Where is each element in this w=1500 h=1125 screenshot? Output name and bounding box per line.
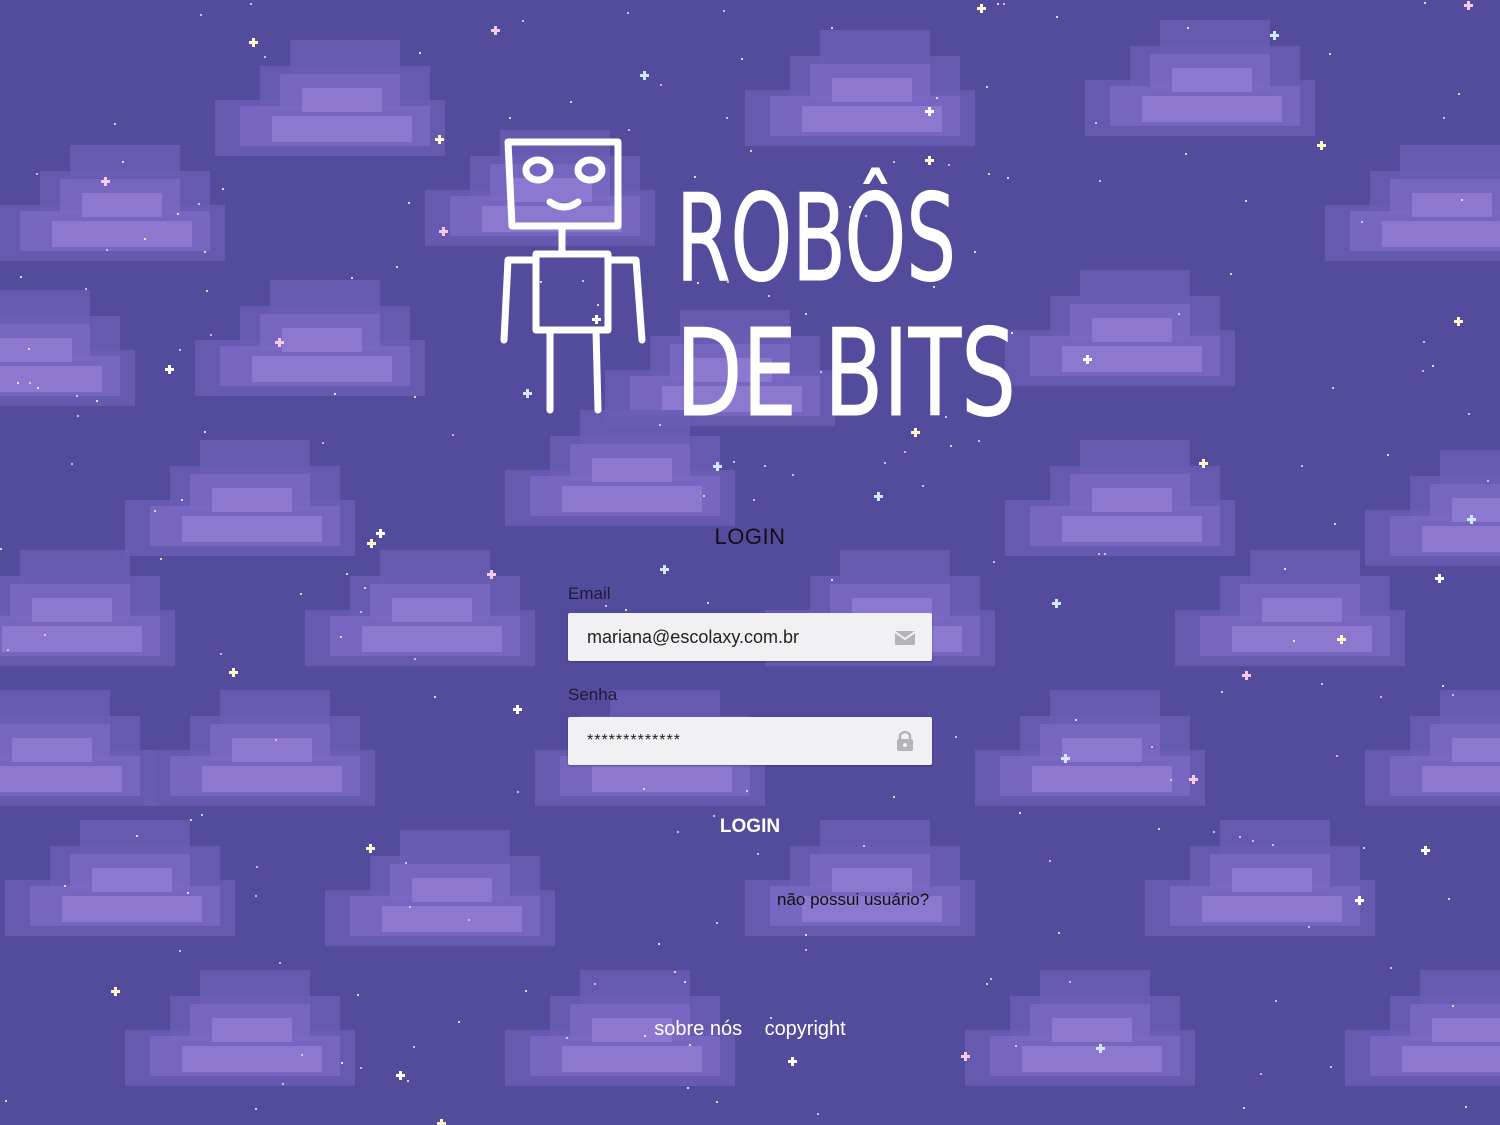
footer-link-about[interactable]: sobre nós: [654, 1018, 742, 1040]
email-value: mariana@escolaxy.com.br: [587, 627, 800, 647]
register-link[interactable]: não possui usuário?: [777, 890, 929, 910]
logo-line-2: DE BITS: [676, 305, 1016, 430]
email-field[interactable]: mariana@escolaxy.com.br: [568, 613, 932, 661]
password-field[interactable]: *************: [568, 717, 932, 765]
footer-link-copyright[interactable]: copyright: [765, 1018, 846, 1040]
password-label: Senha: [568, 685, 618, 704]
login-title: LOGIN: [714, 524, 786, 549]
footer: sobre nós copyright: [0, 1018, 1500, 1041]
robos-de-bits-logo: ROBÔS DE BITS: [500, 138, 1017, 430]
envelope-icon: [894, 631, 916, 645]
lock-icon: [897, 730, 913, 751]
password-value: *************: [587, 732, 681, 749]
login-button[interactable]: LOGIN: [690, 812, 810, 842]
logo-line-1: ROBÔS: [676, 169, 956, 309]
email-label: Email: [568, 584, 611, 603]
